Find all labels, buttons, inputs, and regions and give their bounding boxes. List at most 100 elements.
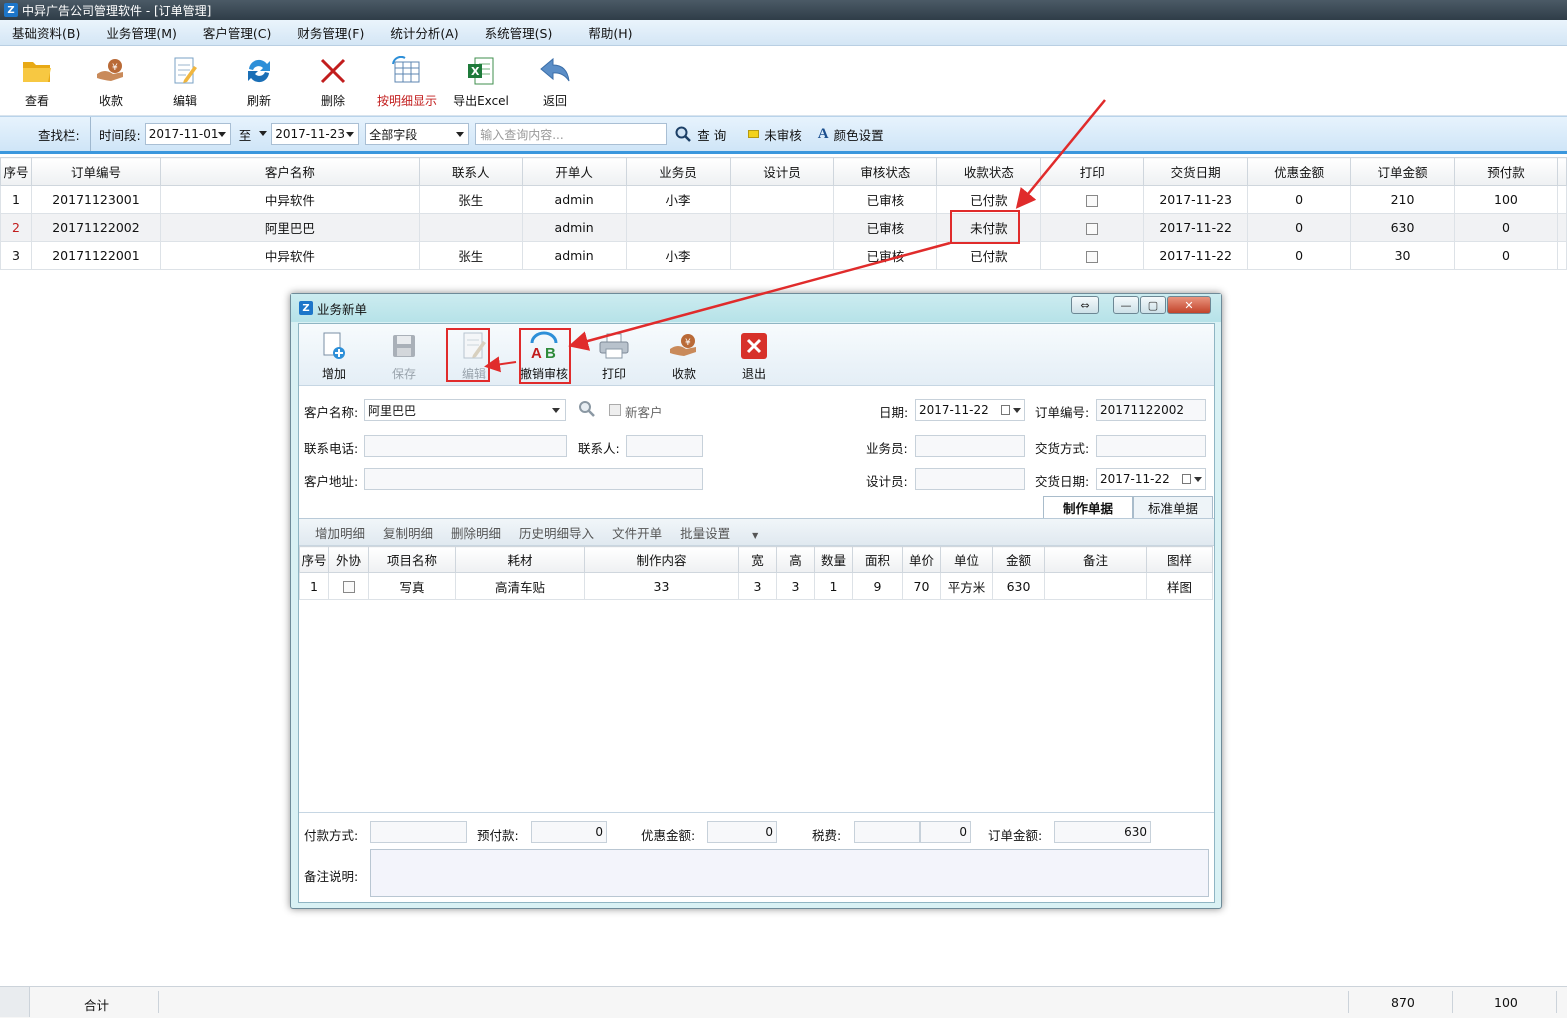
print-checkbox[interactable] <box>1086 194 1099 207</box>
view-button[interactable]: 查看 <box>0 46 74 114</box>
material-cell[interactable]: 高清车贴 <box>455 572 585 600</box>
col-header[interactable]: 联系人 <box>418 157 523 186</box>
customer-select[interactable]: 阿里巴巴 <box>364 399 566 421</box>
item-name-cell[interactable]: 写真 <box>368 572 456 600</box>
col-header[interactable]: 外协 <box>328 546 369 573</box>
col-header[interactable]: 面积 <box>852 546 903 573</box>
discount-field[interactable]: 0 <box>707 821 777 843</box>
order-no-field[interactable]: 20171122002 <box>1096 399 1206 421</box>
delivery-method-field[interactable] <box>1096 435 1206 457</box>
salesman-field[interactable] <box>915 435 1025 457</box>
print-checkbox[interactable] <box>1086 250 1099 263</box>
tax-field[interactable]: 0 <box>920 821 971 843</box>
new-customer-checkbox[interactable] <box>609 404 621 416</box>
quantity-cell[interactable]: 1 <box>814 572 853 600</box>
col-header[interactable]: 交货日期 <box>1143 157 1249 186</box>
maximize-button[interactable]: ▢ <box>1140 296 1166 314</box>
address-field[interactable] <box>364 468 703 490</box>
tab-standard-doc[interactable]: 标准单据 <box>1133 496 1213 518</box>
col-header[interactable]: 高 <box>776 546 815 573</box>
height-cell[interactable]: 3 <box>776 572 815 600</box>
unit-price-cell[interactable]: 70 <box>902 572 941 600</box>
delete-detail-button[interactable]: 删除明细 <box>451 523 501 542</box>
contact-field[interactable] <box>626 435 703 457</box>
delete-button[interactable]: 删除 <box>296 46 370 114</box>
col-header[interactable]: 备注 <box>1044 546 1147 573</box>
col-header[interactable]: 项目名称 <box>368 546 456 573</box>
table-row[interactable]: 1 写真 高清车贴 33 3 3 1 9 70 平方米 630 样图 <box>299 572 1213 600</box>
receive-payment-button[interactable]: ¥ 收款 <box>654 326 714 384</box>
content-cell[interactable]: 33 <box>584 572 739 600</box>
col-header[interactable]: 数量 <box>814 546 853 573</box>
col-header[interactable]: 开单人 <box>521 157 627 186</box>
field-select[interactable]: 全部字段 <box>365 123 470 145</box>
print-button[interactable]: 打印 <box>584 326 644 384</box>
sample-cell[interactable]: 样图 <box>1146 572 1213 600</box>
col-header[interactable]: 订单编号 <box>30 157 161 186</box>
tab-production-doc[interactable]: 制作单据 <box>1043 496 1133 518</box>
add-button[interactable]: 增加 <box>304 326 364 384</box>
designer-field[interactable] <box>915 468 1025 490</box>
col-header[interactable]: 客户名称 <box>159 157 420 186</box>
width-cell[interactable]: 3 <box>738 572 777 600</box>
col-header[interactable]: 图样 <box>1146 546 1213 573</box>
col-header[interactable]: 金额 <box>992 546 1045 573</box>
outsource-checkbox[interactable] <box>342 581 355 593</box>
col-header[interactable]: 宽 <box>738 546 777 573</box>
menu-customer[interactable]: 客户管理(C) <box>203 23 271 42</box>
menu-system[interactable]: 系统管理(S) <box>485 23 553 42</box>
menu-business[interactable]: 业务管理(M) <box>106 23 177 42</box>
col-header[interactable]: 收款状态 <box>936 157 1042 186</box>
copy-detail-button[interactable]: 复制明细 <box>383 523 433 542</box>
table-row[interactable]: 2 20171122002 阿里巴巴 admin 已审核 未付款 2017-11… <box>0 213 1567 242</box>
date-to-select[interactable]: 2017-11-23 <box>271 123 360 145</box>
edit-button[interactable]: 编辑 <box>148 46 222 114</box>
exit-button[interactable]: 退出 <box>724 326 784 384</box>
date-from-select[interactable]: 2017-11-01 <box>144 123 231 145</box>
col-header[interactable]: 序号 <box>0 157 32 186</box>
close-button[interactable]: ✕ <box>1167 296 1211 314</box>
col-header[interactable]: 审核状态 <box>833 157 938 186</box>
col-header[interactable]: 优惠金额 <box>1247 157 1352 186</box>
col-header[interactable]: 单价 <box>902 546 941 573</box>
menu-basic-data[interactable]: 基础资料(B) <box>12 23 80 42</box>
refresh-button[interactable]: 刷新 <box>222 46 296 114</box>
payment-method-field[interactable] <box>370 821 467 843</box>
col-header[interactable]: 设计员 <box>729 157 835 186</box>
col-header[interactable]: 序号 <box>299 546 329 573</box>
col-header[interactable]: 打印 <box>1040 157 1145 186</box>
query-button[interactable]: 查 询 <box>675 125 726 144</box>
color-settings-button[interactable]: A 颜色设置 <box>818 125 884 144</box>
print-checkbox[interactable] <box>1086 222 1099 235</box>
menu-statistics[interactable]: 统计分析(A) <box>390 23 458 42</box>
delivery-date-picker[interactable]: 2017-11-22 <box>1096 468 1206 490</box>
col-header[interactable]: 制作内容 <box>584 546 739 573</box>
minimize-button[interactable]: — <box>1113 296 1139 314</box>
prepay-field[interactable]: 0 <box>531 821 607 843</box>
unreviewed-filter-button[interactable]: 未审核 <box>748 125 802 144</box>
detail-view-button[interactable]: 按明细显示 <box>370 46 444 114</box>
import-history-button[interactable]: 历史明细导入 <box>519 523 594 542</box>
order-amount-field[interactable]: 630 <box>1054 821 1151 843</box>
col-header[interactable]: 预付款 <box>1453 157 1558 186</box>
back-button[interactable]: 返回 <box>518 46 592 114</box>
batch-settings-button[interactable]: 批量设置 ▼ <box>680 523 776 542</box>
menu-finance[interactable]: 财务管理(F) <box>297 23 364 42</box>
phone-field[interactable] <box>364 435 567 457</box>
col-header[interactable]: 耗材 <box>455 546 585 573</box>
receive-button[interactable]: ¥ 收款 <box>74 46 148 114</box>
search-icon[interactable] <box>578 400 596 418</box>
restore-size-button[interactable]: ⇔ <box>1071 296 1099 314</box>
unit-cell[interactable]: 平方米 <box>940 572 993 600</box>
file-order-button[interactable]: 文件开单 <box>612 523 662 542</box>
tax-rate-field[interactable] <box>854 821 920 843</box>
save-button[interactable]: 保存 <box>374 326 434 384</box>
search-input[interactable]: 输入查询内容... <box>475 123 668 145</box>
to-dropdown-arrow[interactable] <box>255 123 269 145</box>
menu-help[interactable]: 帮助(H) <box>588 23 632 42</box>
remark-textarea[interactable] <box>370 849 1209 897</box>
col-header[interactable]: 单位 <box>940 546 993 573</box>
add-detail-button[interactable]: 增加明细 <box>315 523 365 542</box>
remark-cell[interactable] <box>1044 572 1147 600</box>
export-excel-button[interactable]: X 导出Excel <box>444 46 518 114</box>
